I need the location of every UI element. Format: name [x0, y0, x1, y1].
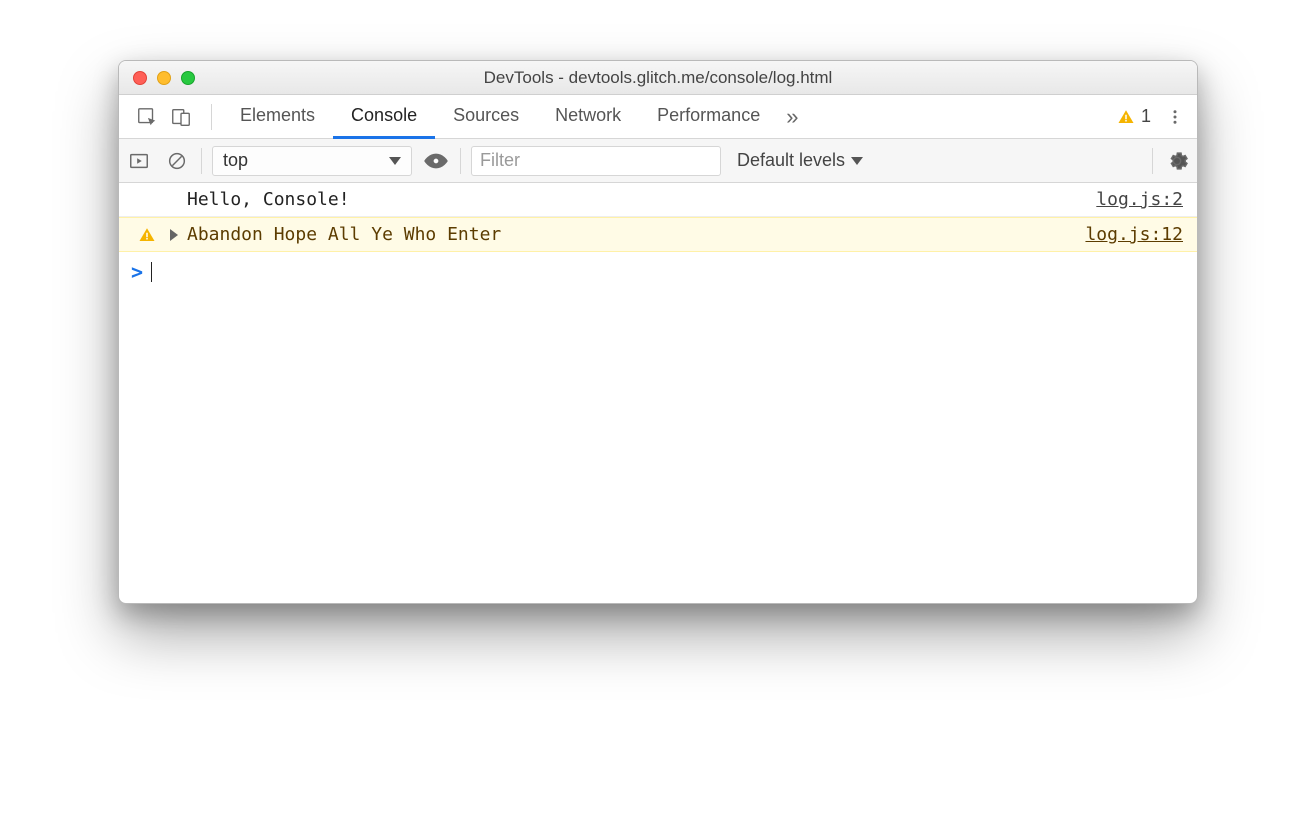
log-message: Hello, Console!: [183, 189, 1096, 210]
tab-elements[interactable]: Elements: [222, 95, 333, 139]
close-window-button[interactable]: [133, 71, 147, 85]
more-tabs-button[interactable]: »: [778, 95, 806, 138]
console-prompt[interactable]: >: [119, 252, 1197, 292]
devtools-window: DevTools - devtools.glitch.me/console/lo…: [118, 60, 1198, 604]
tab-console[interactable]: Console: [333, 95, 435, 139]
zoom-window-button[interactable]: [181, 71, 195, 85]
live-expression-icon[interactable]: [422, 147, 450, 175]
console-row: Hello, Console!log.js:2: [119, 183, 1197, 217]
chevron-right-icon: [170, 229, 178, 241]
tab-network[interactable]: Network: [537, 95, 639, 139]
context-value: top: [223, 150, 248, 171]
clear-console-icon[interactable]: [163, 147, 191, 175]
tabs: ElementsConsoleSourcesNetworkPerformance: [222, 95, 778, 138]
console-row: Abandon Hope All Ye Who Enterlog.js:12: [119, 217, 1197, 252]
minimize-window-button[interactable]: [157, 71, 171, 85]
chevron-down-icon: [389, 157, 401, 165]
divider: [1152, 148, 1153, 174]
source-link[interactable]: log.js:2: [1096, 189, 1183, 210]
source-link[interactable]: log.js:12: [1085, 224, 1183, 245]
console-toolbar: top Default levels: [119, 139, 1197, 183]
toggle-sidebar-icon[interactable]: [125, 147, 153, 175]
warning-count: 1: [1141, 106, 1151, 127]
chevrons-icon: »: [786, 104, 798, 130]
console-output: Hello, Console!log.js:2Abandon Hope All …: [119, 183, 1197, 603]
warning-icon: [1117, 108, 1135, 126]
console-settings-icon[interactable]: [1163, 147, 1191, 175]
text-cursor: [151, 262, 152, 282]
window-title: DevTools - devtools.glitch.me/console/lo…: [119, 68, 1197, 88]
titlebar: DevTools - devtools.glitch.me/console/lo…: [119, 61, 1197, 95]
chevron-down-icon: [851, 157, 863, 165]
levels-label: Default levels: [737, 150, 845, 171]
inspect-element-icon[interactable]: [133, 103, 161, 131]
execution-context-select[interactable]: top: [212, 146, 412, 176]
log-levels-select[interactable]: Default levels: [731, 150, 869, 171]
tab-sources[interactable]: Sources: [435, 95, 537, 139]
divider: [460, 148, 461, 174]
devtools-menu-button[interactable]: [1161, 95, 1189, 138]
issues-warning-badge[interactable]: 1: [1107, 95, 1161, 138]
devtools-tabbar: ElementsConsoleSourcesNetworkPerformance…: [119, 95, 1197, 139]
tab-performance[interactable]: Performance: [639, 95, 778, 139]
divider: [201, 148, 202, 174]
log-message: Abandon Hope All Ye Who Enter: [183, 224, 1085, 245]
row-gutter: [129, 226, 165, 244]
warning-icon: [138, 226, 156, 244]
prompt-caret-icon: >: [131, 260, 143, 284]
console-filter-input[interactable]: [471, 146, 721, 176]
expand-toggle[interactable]: [165, 229, 183, 241]
divider: [211, 104, 212, 130]
window-controls: [133, 71, 195, 85]
device-toolbar-icon[interactable]: [167, 103, 195, 131]
